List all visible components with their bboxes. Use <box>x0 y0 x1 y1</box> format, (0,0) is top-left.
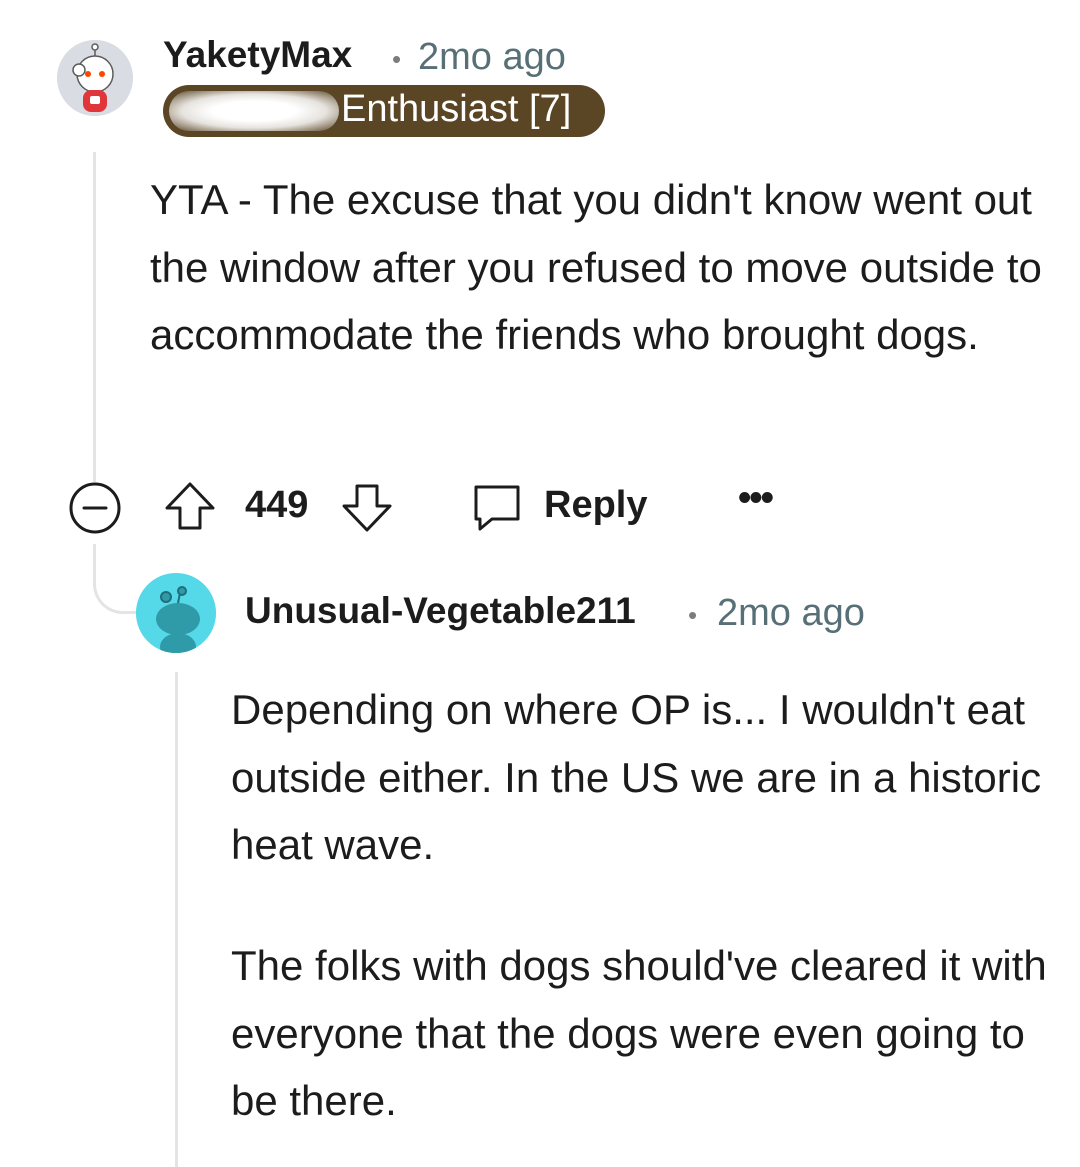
snoo-avatar-icon <box>136 573 216 653</box>
comment-body: YTA - The excuse that you didn't know we… <box>150 166 1050 369</box>
reply-body-paragraph: The folks with dogs should've cleared it… <box>231 932 1071 1135</box>
reply-body-text: The folks with dogs should've cleared it… <box>231 942 1047 1124</box>
user-flair: Enthusiast [7] <box>163 85 605 137</box>
reply-button[interactable] <box>470 481 524 535</box>
upvote-button[interactable] <box>163 480 217 534</box>
reply-button-label[interactable]: Reply <box>544 484 647 527</box>
thread-line-reply[interactable] <box>175 672 178 1167</box>
comment-thread: YaketyMax • 2mo ago Enthusiast [7] YTA -… <box>0 0 1080 1167</box>
comment-username[interactable]: YaketyMax <box>163 34 352 76</box>
reply-body-paragraph: Depending on where OP is... I wouldn't e… <box>231 676 1051 879</box>
thread-connector <box>93 544 139 614</box>
upvote-arrow-icon <box>165 482 215 530</box>
reply-username[interactable]: Unusual-Vegetable211 <box>245 590 636 632</box>
vote-score: 449 <box>245 484 309 526</box>
reply-body-text: Depending on where OP is... I wouldn't e… <box>231 686 1042 868</box>
reply-timestamp: 2mo ago <box>717 592 865 634</box>
separator-dot: • <box>392 44 402 74</box>
downvote-button[interactable] <box>340 480 394 534</box>
separator-dot: • <box>688 600 698 630</box>
flair-label: Enthusiast [7] <box>341 88 572 130</box>
reply-avatar[interactable] <box>136 573 216 653</box>
more-options-icon[interactable]: ••• <box>738 477 774 520</box>
collapse-minus-icon <box>69 482 121 534</box>
redacted-blur <box>169 91 339 131</box>
collapse-button[interactable] <box>68 481 122 535</box>
comment-body-text: YTA - The excuse that you didn't know we… <box>150 176 1042 358</box>
downvote-arrow-icon <box>342 484 392 532</box>
snoo-avatar-icon <box>57 40 133 116</box>
comment-timestamp: 2mo ago <box>418 36 566 78</box>
speech-bubble-icon <box>474 485 520 531</box>
thread-line[interactable] <box>93 152 96 482</box>
avatar[interactable] <box>57 40 133 116</box>
